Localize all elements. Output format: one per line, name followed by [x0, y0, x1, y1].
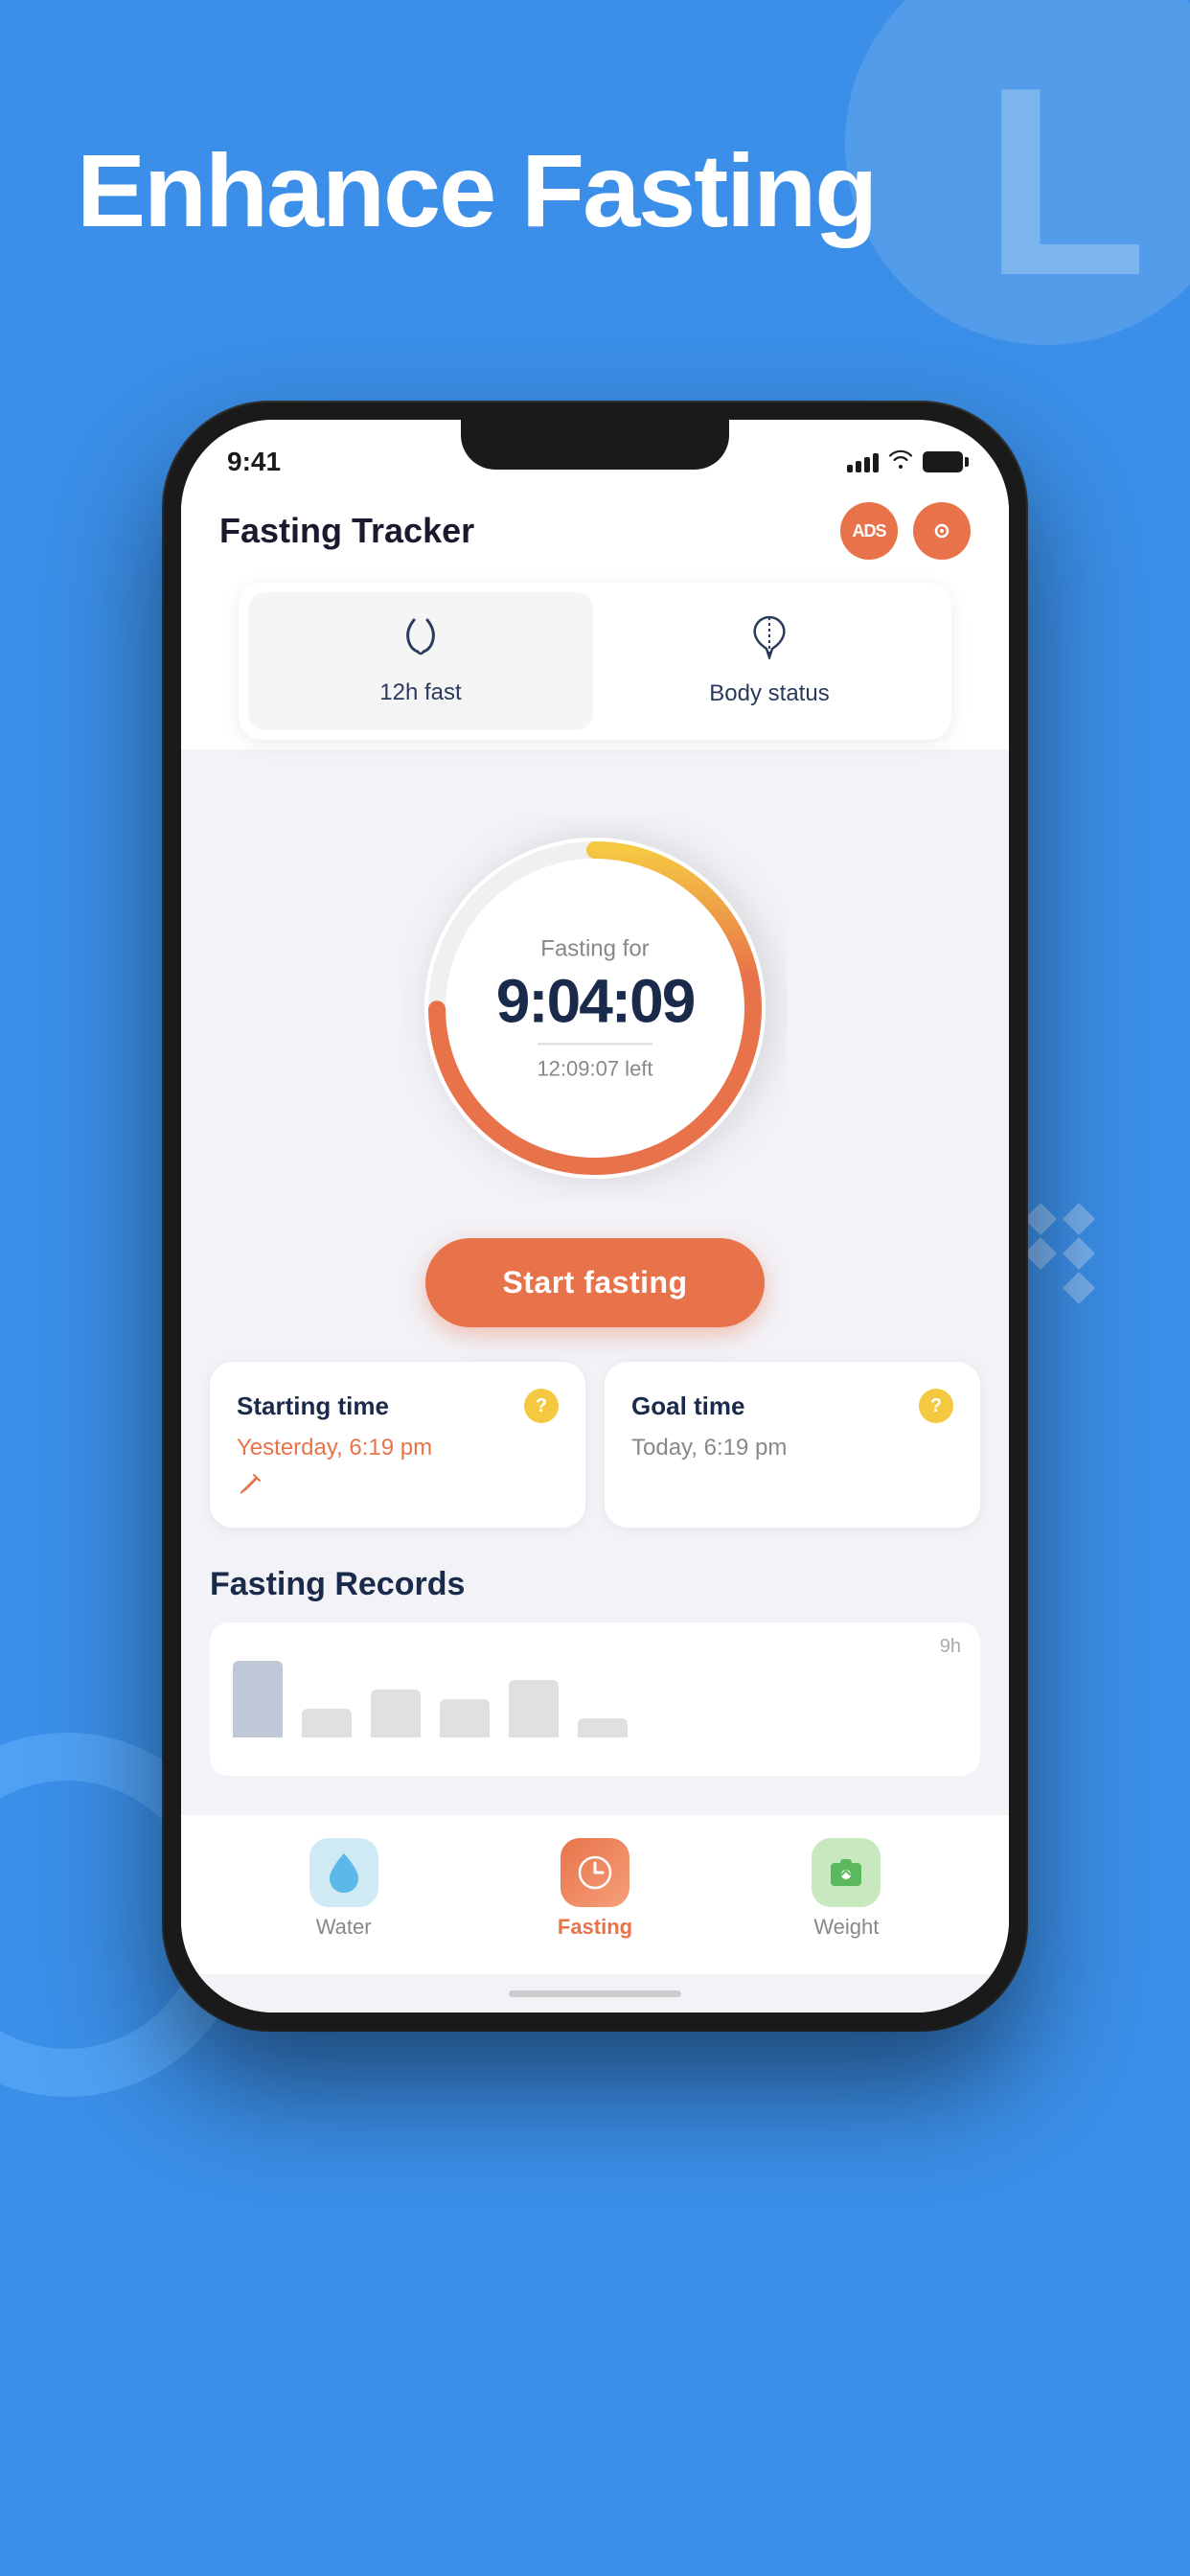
home-indicator: [181, 1974, 1009, 2012]
tab-12h-fast[interactable]: 12h fast: [248, 592, 593, 730]
app-title: Fasting Tracker: [219, 511, 474, 551]
status-time: 9:41: [227, 447, 281, 477]
goal-time-card: Goal time ? Today, 6:19 pm: [605, 1362, 980, 1528]
time-cards: Starting time ? Yesterday, 6:19 pm: [210, 1362, 980, 1528]
goal-time-title: Goal time: [631, 1392, 744, 1421]
starting-time-card: Starting time ? Yesterday, 6:19 pm: [210, 1362, 585, 1528]
fasting-nav-icon: [561, 1838, 629, 1907]
records-title: Fasting Records: [210, 1566, 980, 1603]
bar-4: [440, 1699, 490, 1737]
starting-time-info[interactable]: ?: [524, 1389, 559, 1423]
phone-notch: [461, 420, 729, 470]
chart-bar-5: [509, 1680, 559, 1737]
mode-tabs: 12h fast Body status: [239, 583, 951, 740]
wifi-icon: [888, 448, 913, 475]
timer-display-inner: Fasting for 9:04:09 12:09:07 left: [451, 935, 739, 1081]
goal-time-header: Goal time ?: [631, 1389, 953, 1423]
timer-time: 9:04:09: [451, 970, 739, 1031]
nav-fasting[interactable]: Fasting: [558, 1838, 632, 1940]
main-headline: Enhance Fasting: [77, 134, 1113, 248]
goal-time-value: Today, 6:19 pm: [631, 1435, 953, 1461]
status-icons: [847, 448, 963, 475]
fasting-for-label: Fasting for: [451, 935, 739, 962]
records-section: Fasting Records 9h: [210, 1556, 980, 1785]
bg-diamonds: [1029, 1208, 1133, 1300]
timer-divider: [538, 1043, 652, 1045]
starting-time-title: Starting time: [237, 1392, 389, 1421]
time-left-label: 12:09:07 left: [451, 1056, 739, 1081]
tab-body-status[interactable]: Body status: [597, 592, 942, 730]
fast-icon: [397, 615, 445, 668]
app-header: Fasting Tracker ADS: [181, 487, 1009, 583]
nav-water[interactable]: Water: [309, 1838, 378, 1940]
header-buttons: ADS: [840, 502, 971, 560]
phone-frame: 9:41: [164, 402, 1026, 2030]
chart-bar-3: [371, 1690, 421, 1737]
settings-button[interactable]: [913, 502, 971, 560]
starting-time-header: Starting time ?: [237, 1389, 559, 1423]
tab-12h-fast-label: 12h fast: [379, 679, 461, 706]
body-status-icon: [747, 615, 791, 669]
start-fasting-button[interactable]: Start fasting: [425, 1238, 764, 1327]
bar-3: [371, 1690, 421, 1737]
signal-icon: [847, 451, 879, 472]
timer-circle: Fasting for 9:04:09 12:09:07 left: [403, 816, 787, 1200]
battery-icon: [923, 451, 963, 472]
chart-bar-1: [233, 1661, 283, 1737]
goal-time-info[interactable]: ?: [919, 1389, 953, 1423]
water-nav-icon: [309, 1838, 378, 1907]
weight-nav-icon: [812, 1838, 881, 1907]
nav-water-label: Water: [316, 1915, 372, 1940]
chart-bars: [233, 1642, 957, 1737]
records-chart: 9h: [210, 1622, 980, 1776]
start-button-container: Start fasting: [210, 1229, 980, 1362]
chart-bar-4: [440, 1699, 490, 1737]
chart-bar-6: [578, 1718, 628, 1737]
main-content: Fasting for 9:04:09 12:09:07 left Start …: [181, 749, 1009, 1785]
chart-max-label: 9h: [940, 1636, 961, 1658]
bar-5: [509, 1680, 559, 1737]
tab-body-status-label: Body status: [709, 680, 829, 707]
phone-screen: 9:41: [181, 420, 1009, 2012]
ads-button[interactable]: ADS: [840, 502, 898, 560]
starting-time-value: Yesterday, 6:19 pm: [237, 1435, 559, 1461]
nav-weight-label: Weight: [813, 1915, 879, 1940]
home-bar: [509, 1990, 681, 1997]
timer-section: Fasting for 9:04:09 12:09:07 left: [210, 778, 980, 1229]
nav-weight[interactable]: Weight: [812, 1838, 881, 1940]
bottom-nav: Water Fasting: [181, 1814, 1009, 1974]
headline-section: Enhance Fasting: [77, 134, 1113, 248]
edit-starting-time-icon[interactable]: [237, 1471, 559, 1505]
bar-1: [233, 1661, 283, 1737]
bar-6: [578, 1718, 628, 1737]
chart-bar-2: [302, 1709, 352, 1737]
phone-mockup: 9:41: [164, 402, 1026, 2030]
bar-2: [302, 1709, 352, 1737]
nav-fasting-label: Fasting: [558, 1915, 632, 1940]
